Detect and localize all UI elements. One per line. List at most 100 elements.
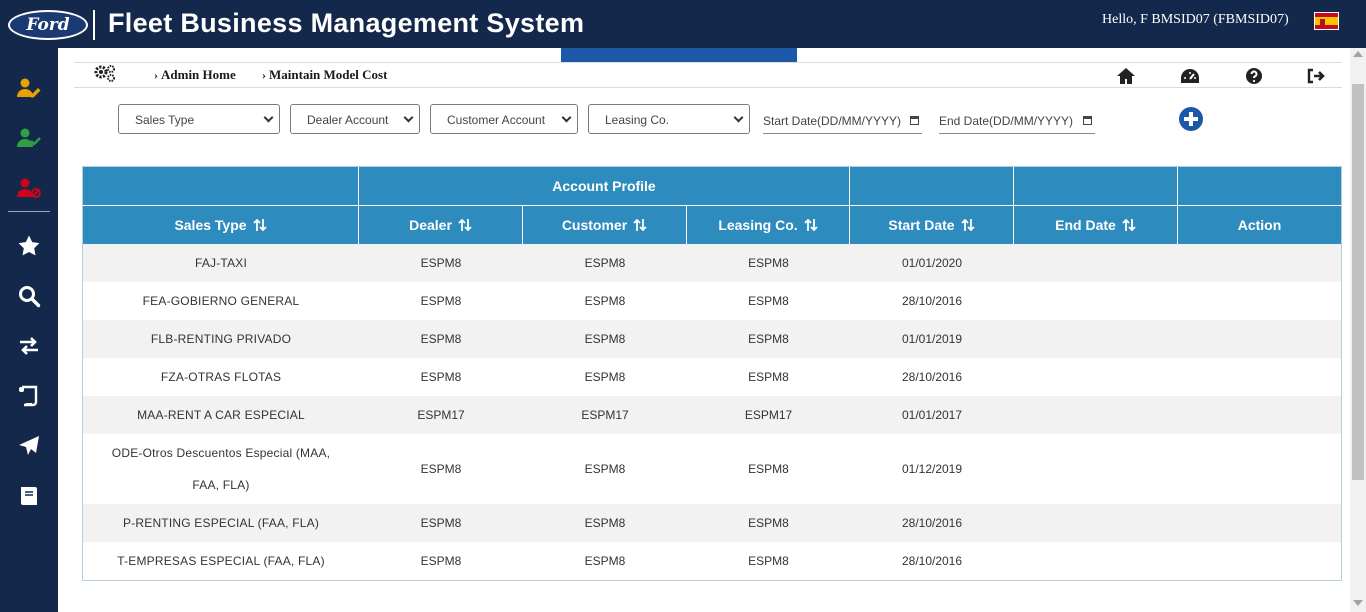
- sales-type-table: Account Profile Sales Type Dealer Custom…: [82, 166, 1342, 581]
- table-header-row: Sales Type Dealer Customer Leasing Co. S…: [83, 206, 1341, 244]
- column-header-customer[interactable]: Customer: [523, 206, 687, 244]
- scroll-down-arrow-icon[interactable]: [1353, 600, 1363, 606]
- column-header-leasing-co[interactable]: Leasing Co.: [687, 206, 850, 244]
- table-group-header-row: Account Profile: [83, 167, 1341, 206]
- cell-dealer: ESPM8: [420, 554, 462, 568]
- table-row[interactable]: FZA-OTRAS FLOTAS ESPM8 ESPM8 ESPM8 28/10…: [83, 358, 1341, 396]
- cell-dealer: ESPM8: [420, 370, 462, 384]
- cell-action[interactable]: [1178, 542, 1341, 580]
- cell-start-date: 28/10/2016: [901, 554, 963, 568]
- cell-sales-type: FZA-OTRAS FLOTAS: [160, 370, 282, 384]
- scroll-up-arrow-icon[interactable]: [1353, 51, 1363, 57]
- sort-icon[interactable]: [1122, 218, 1136, 232]
- cell-customer: ESPM17: [581, 408, 629, 422]
- user-greeting[interactable]: Hello, F BMSID07 (FBMSID07): [1102, 12, 1289, 28]
- cell-leasing-co: ESPM8: [748, 516, 789, 530]
- cell-customer: ESPM8: [584, 256, 626, 270]
- home-icon[interactable]: [1116, 67, 1136, 85]
- help-icon[interactable]: [1244, 67, 1264, 85]
- cell-sales-type: P-RENTING ESPECIAL (FAA, FLA): [122, 516, 320, 530]
- cell-leasing-co: ESPM8: [748, 370, 789, 384]
- cell-leasing-co: ESPM8: [748, 462, 789, 476]
- cell-action[interactable]: [1178, 282, 1341, 320]
- header-cell-empty: [850, 167, 1014, 205]
- table-row[interactable]: FLB-RENTING PRIVADO ESPM8 ESPM8 ESPM8 01…: [83, 320, 1341, 358]
- column-header-dealer[interactable]: Dealer: [359, 206, 523, 244]
- active-tab-strip[interactable]: [561, 48, 797, 62]
- scroll-icon[interactable]: [17, 384, 41, 408]
- cell-customer: ESPM8: [584, 294, 626, 308]
- cell-action[interactable]: [1178, 358, 1341, 396]
- cell-end-date: [1014, 282, 1178, 320]
- sort-icon[interactable]: [804, 218, 818, 232]
- cell-sales-type: ODE-Otros Descuentos Especial (MAA, FAA,…: [111, 446, 331, 492]
- sort-icon[interactable]: [960, 218, 975, 232]
- cell-action[interactable]: [1178, 244, 1341, 282]
- exchange-icon[interactable]: [17, 334, 41, 358]
- add-button[interactable]: [1179, 107, 1203, 131]
- scrollbar-thumb[interactable]: [1352, 84, 1364, 480]
- table-body: FAJ-TAXI ESPM8 ESPM8 ESPM8 01/01/2020 FE…: [83, 244, 1341, 580]
- user-check-icon[interactable]: [17, 126, 41, 150]
- user-edit-icon[interactable]: [17, 76, 41, 100]
- ford-logo[interactable]: Ford: [8, 10, 88, 40]
- column-header-start-date[interactable]: Start Date: [850, 206, 1014, 244]
- cell-leasing-co: ESPM8: [748, 256, 789, 270]
- calendar-icon[interactable]: [1083, 116, 1092, 125]
- cell-action[interactable]: [1178, 504, 1341, 542]
- spain-flag-icon[interactable]: [1314, 12, 1339, 30]
- search-icon[interactable]: [17, 284, 41, 308]
- logout-icon[interactable]: [1306, 67, 1326, 85]
- end-date-field[interactable]: End Date(DD/MM/YYYY): [939, 114, 1095, 134]
- sort-icon[interactable]: [633, 218, 647, 232]
- cell-dealer: ESPM17: [417, 408, 465, 422]
- cell-leasing-co: ESPM8: [748, 294, 789, 308]
- breadcrumb-admin-home[interactable]: › Admin Home: [154, 67, 236, 83]
- star-icon[interactable]: [17, 234, 41, 258]
- book-icon[interactable]: [17, 484, 41, 508]
- app-title: Fleet Business Management System: [108, 8, 585, 38]
- table-row[interactable]: ODE-Otros Descuentos Especial (MAA, FAA,…: [83, 434, 1341, 504]
- breadcrumb-maintain-model-cost[interactable]: › Maintain Model Cost: [262, 67, 387, 83]
- cell-customer: ESPM8: [584, 370, 626, 384]
- sort-icon[interactable]: [458, 218, 472, 232]
- chevron-down-icon: [733, 112, 744, 123]
- cell-end-date: [1014, 504, 1178, 542]
- user-block-icon[interactable]: [17, 176, 41, 200]
- table-row[interactable]: FEA-GOBIERNO GENERAL ESPM8 ESPM8 ESPM8 2…: [83, 282, 1341, 320]
- paper-plane-icon[interactable]: [17, 434, 41, 458]
- table-row[interactable]: MAA-RENT A CAR ESPECIAL ESPM17 ESPM17 ES…: [83, 396, 1341, 434]
- cell-sales-type: MAA-RENT A CAR ESPECIAL: [137, 408, 305, 422]
- dashboard-icon[interactable]: [1180, 67, 1200, 85]
- account-profile-header: Account Profile: [359, 167, 850, 205]
- cell-action[interactable]: [1178, 320, 1341, 358]
- cell-start-date: 28/10/2016: [901, 294, 963, 308]
- leasing-co-select[interactable]: Leasing Co.: [588, 104, 750, 134]
- dealer-account-select[interactable]: Dealer Account: [290, 104, 420, 134]
- cell-action[interactable]: [1178, 396, 1341, 434]
- cell-customer: ESPM8: [584, 332, 626, 346]
- cell-dealer: ESPM8: [420, 516, 462, 530]
- top-bar: Ford Fleet Business Management System He…: [0, 0, 1366, 48]
- table-row[interactable]: FAJ-TAXI ESPM8 ESPM8 ESPM8 01/01/2020: [83, 244, 1341, 282]
- cell-start-date: 28/10/2016: [901, 516, 963, 530]
- cell-start-date: 01/01/2020: [901, 256, 963, 270]
- cell-sales-type: T-EMPRESAS ESPECIAL (FAA, FLA): [117, 554, 325, 568]
- column-header-end-date[interactable]: End Date: [1014, 206, 1178, 244]
- cell-end-date: [1014, 434, 1178, 504]
- column-header-sales-type[interactable]: Sales Type: [83, 206, 359, 244]
- cell-start-date: 01/01/2017: [901, 408, 963, 422]
- sales-type-select[interactable]: Sales Type: [118, 104, 280, 134]
- table-row[interactable]: T-EMPRESAS ESPECIAL (FAA, FLA) ESPM8 ESP…: [83, 542, 1341, 580]
- table-row[interactable]: P-RENTING ESPECIAL (FAA, FLA) ESPM8 ESPM…: [83, 504, 1341, 542]
- sidebar-divider: [8, 211, 50, 212]
- customer-account-select[interactable]: Customer Account: [430, 104, 578, 134]
- cell-dealer: ESPM8: [420, 462, 462, 476]
- settings-icon[interactable]: [94, 64, 116, 84]
- start-date-field[interactable]: Start Date(DD/MM/YYYY): [763, 114, 922, 134]
- sort-icon[interactable]: [252, 218, 267, 232]
- main-content: › Admin Home › Maintain Model Cost Sales T…: [58, 48, 1350, 612]
- cell-action[interactable]: [1178, 434, 1341, 504]
- cell-leasing-co: ESPM8: [748, 554, 789, 568]
- calendar-icon[interactable]: [910, 116, 919, 125]
